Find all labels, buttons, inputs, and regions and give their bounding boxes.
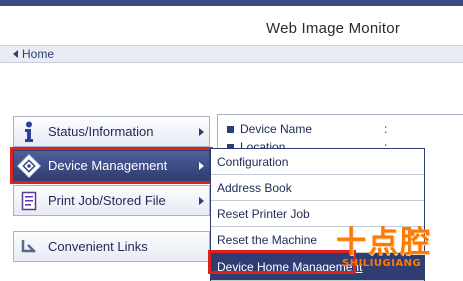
home-link[interactable]: Home	[13, 47, 54, 61]
link-arrow-icon	[14, 232, 44, 261]
left-arrow-icon	[13, 50, 18, 58]
menu-item-status-information[interactable]: Status/Information	[13, 116, 210, 147]
info-row-device-name: Device Name	[227, 122, 312, 136]
chevron-right-icon	[199, 197, 204, 205]
info-row-value: :	[384, 122, 388, 136]
home-link-label: Home	[22, 47, 55, 61]
bullet-square-icon	[227, 125, 234, 133]
breadcrumb-bar: Home	[0, 45, 463, 63]
submenu-item-address-book[interactable]: Address Book	[211, 175, 424, 201]
device-management-icon	[14, 151, 44, 180]
menu-item-label: Print Job/Stored File	[48, 193, 166, 208]
menu-item-print-job-stored-file[interactable]: Print Job/Stored File	[13, 185, 210, 216]
menu-item-label: Device Management	[48, 158, 168, 173]
info-row-label: Device Name	[240, 122, 313, 136]
document-icon	[14, 186, 44, 215]
menu-item-label: Convenient Links	[48, 239, 148, 254]
menu-item-label: Status/Information	[48, 124, 154, 139]
menu-item-convenient-links[interactable]: Convenient Links	[13, 231, 210, 262]
watermark-text-en: SHILIUGIANG	[342, 258, 422, 269]
menu-item-device-management[interactable]: Device Management	[13, 150, 210, 181]
watermark-text-cn: 十点腔	[336, 225, 432, 260]
app-title: Web Image Monitor	[266, 20, 401, 37]
info-icon	[14, 117, 44, 146]
watermark: 十点腔 SHILIUGIANG	[330, 215, 460, 275]
chevron-right-icon	[199, 162, 204, 170]
top-bar	[0, 0, 463, 6]
chevron-right-icon	[199, 128, 204, 136]
submenu-item-configuration[interactable]: Configuration	[211, 149, 424, 175]
